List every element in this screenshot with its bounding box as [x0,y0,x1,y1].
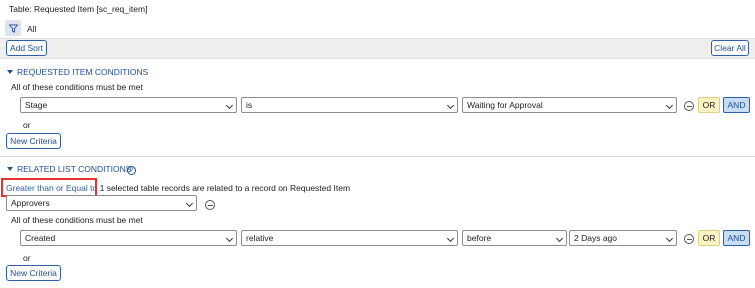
new-criteria-button[interactable]: New Criteria [6,265,61,281]
section-divider [0,156,755,157]
related-list-sentence-text: selected table records are related to a … [106,183,351,193]
new-criteria-button[interactable]: New Criteria [6,133,61,149]
conditions-note: All of these conditions must be met [11,82,143,92]
select-value: relative [246,233,274,243]
chevron-down-icon [185,199,194,208]
select-value: is [246,100,253,110]
select-value: Waiting for Approval [467,100,543,110]
remove-condition-icon[interactable] [684,101,694,111]
remove-related-list-icon[interactable] [205,200,215,210]
chevron-down-icon [665,234,674,243]
related-list-select[interactable]: Approvers [6,195,197,211]
funnel-icon [8,23,18,33]
select-value: Created [25,233,56,243]
select-value: before [467,233,492,243]
breadcrumb-all[interactable]: All [27,24,36,34]
chevron-down-icon [225,101,234,110]
select-value: Stage [25,100,48,110]
section-heading: RELATED LIST CONDITIONS [17,164,132,174]
and-button[interactable]: AND [723,230,750,246]
chevron-down-icon [225,234,234,243]
related-list-conditions-header[interactable]: RELATED LIST CONDITIONS [7,164,131,174]
or-button[interactable]: OR [698,230,720,246]
table-title: Table: Requested Item [sc_req_item] [9,4,148,14]
section-heading: REQUESTED ITEM CONDITIONS [17,67,149,77]
related-condition-direction-select[interactable]: before [462,230,567,246]
related-list-sentence: Greater than or Equal to 1 selected tabl… [6,183,350,193]
remove-condition-icon[interactable] [684,234,694,244]
collapse-caret-icon [7,70,13,74]
or-separator: or [23,120,31,130]
collapse-caret-icon [7,167,13,171]
requested-item-conditions-header[interactable]: REQUESTED ITEM CONDITIONS [7,67,148,77]
chevron-down-icon [665,101,674,110]
condition-field-select[interactable]: Stage [20,97,237,113]
select-value: 2 Days ago [574,233,617,243]
help-icon[interactable]: ? [127,166,136,175]
chevron-down-icon [446,101,455,110]
add-sort-button[interactable]: Add Sort [6,40,47,56]
or-button[interactable]: OR [698,97,720,113]
condition-value-select[interactable]: Waiting for Approval [462,97,677,113]
chevron-down-icon [555,234,564,243]
select-value: Approvers [11,198,50,208]
or-separator: or [23,253,31,263]
quantifier-value[interactable]: 1 [100,183,105,193]
quantifier-link[interactable]: Greater than or Equal to [6,183,97,193]
clear-all-button[interactable]: Clear All [711,40,749,56]
related-condition-operator-select[interactable]: relative [241,230,458,246]
chevron-down-icon [446,234,455,243]
related-condition-value-select[interactable]: 2 Days ago [569,230,677,246]
filter-icon[interactable] [5,20,21,36]
conditions-note: All of these conditions must be met [11,215,143,225]
sort-bar [0,38,755,59]
related-condition-field-select[interactable]: Created [20,230,237,246]
condition-operator-select[interactable]: is [241,97,458,113]
and-button[interactable]: AND [723,97,750,113]
